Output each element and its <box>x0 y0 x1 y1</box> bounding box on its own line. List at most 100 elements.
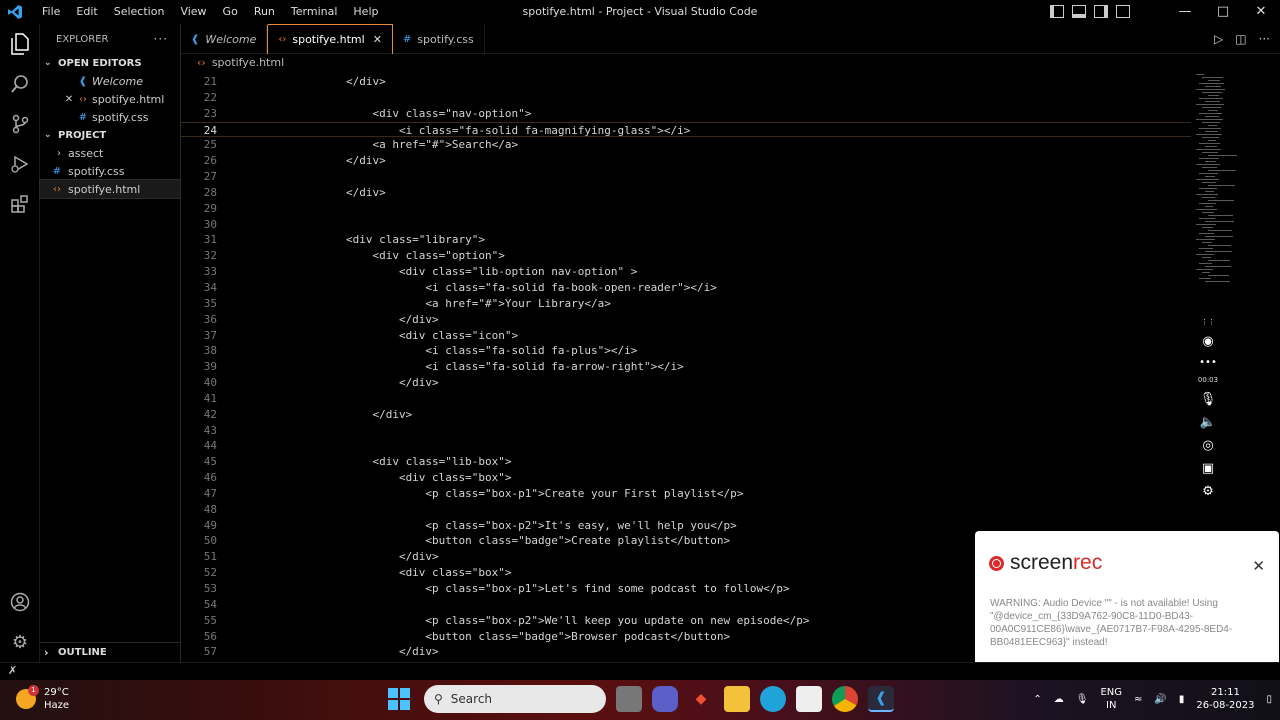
microphone-icon[interactable]: 🎙 <box>1076 694 1089 705</box>
edge-icon[interactable] <box>760 686 786 712</box>
split-editor-icon[interactable]: ◫ <box>1235 32 1246 46</box>
recorder-settings-icon[interactable]: ⚙ <box>1202 484 1214 499</box>
close-icon[interactable]: ✕ <box>62 94 76 105</box>
task-view-icon[interactable] <box>616 686 642 712</box>
open-editor-spotifye-html[interactable]: ✕ ‹› spotifye.html <box>40 90 180 108</box>
code-line[interactable]: 32 <div class="option"> <box>181 248 1191 264</box>
search-icon[interactable] <box>0 64 40 104</box>
toggle-primary-sidebar-icon[interactable] <box>1050 5 1064 18</box>
notifications-icon[interactable]: ▯ <box>1266 694 1272 705</box>
code-line[interactable]: 42 </div> <box>181 407 1191 423</box>
weather-widget[interactable]: 1 29°C Haze <box>16 685 69 712</box>
teams-chat-icon[interactable] <box>652 686 678 712</box>
project-section[interactable]: ⌄ PROJECT <box>40 126 180 144</box>
screen-area-icon[interactable]: ▣ <box>1202 461 1214 476</box>
open-editor-welcome[interactable]: ❰ Welcome <box>40 72 180 90</box>
menu-help[interactable]: Help <box>345 0 386 24</box>
minimap[interactable] <box>1192 74 1272 294</box>
code-line[interactable]: 45 <div class="lib-box"> <box>181 454 1191 470</box>
run-icon[interactable]: ▷ <box>1214 32 1223 46</box>
remote-icon[interactable]: ✗ <box>8 664 17 677</box>
menu-go[interactable]: Go <box>215 0 246 24</box>
code-line[interactable]: 33 <div class="lib-option nav-option" > <box>181 264 1191 280</box>
close-tab-icon[interactable]: ✕ <box>373 33 382 46</box>
microsoft-store-icon[interactable] <box>796 686 822 712</box>
tree-file-spotifye-html[interactable]: ‹› spotifye.html <box>39 179 181 199</box>
code-line[interactable]: 36 </div> <box>181 312 1191 328</box>
menu-file[interactable]: File <box>34 0 68 24</box>
language-indicator[interactable]: ENG IN <box>1100 686 1122 712</box>
close-window-icon[interactable]: ✕ <box>1242 0 1280 24</box>
run-debug-icon[interactable] <box>0 144 40 184</box>
menu-edit[interactable]: Edit <box>68 0 105 24</box>
code-line[interactable]: 39 <i class="fa-solid fa-arrow-right"></… <box>181 359 1191 375</box>
maximize-icon[interactable]: □ <box>1204 0 1242 24</box>
code-line[interactable]: 44 <box>181 438 1191 454</box>
menu-view[interactable]: View <box>172 0 214 24</box>
more-options-icon[interactable]: ••• <box>1199 357 1217 368</box>
chrome-icon[interactable] <box>832 686 858 712</box>
code-line[interactable]: 22 <box>181 90 1191 106</box>
code-line[interactable]: 31 <div class="library"> <box>181 232 1191 248</box>
start-icon[interactable] <box>388 688 410 710</box>
code-line[interactable]: 29 <box>181 201 1191 217</box>
webcam-icon[interactable]: ◎ <box>1202 438 1213 453</box>
code-line[interactable]: 25 <a href="#">Search</a> <box>181 137 1191 153</box>
speaker-icon[interactable]: 🔈 <box>1200 415 1216 430</box>
tab-welcome[interactable]: ❰ Welcome <box>181 24 268 54</box>
recorder-grip-icon[interactable]: ⋮⋮ <box>1201 318 1215 326</box>
explorer-icon[interactable] <box>0 24 40 64</box>
chevron-up-icon[interactable]: ⌃ <box>1033 694 1041 705</box>
microphone-icon[interactable]: 🎙 <box>1200 392 1217 407</box>
code-line[interactable]: 21 </div> <box>181 74 1191 90</box>
menu-selection[interactable]: Selection <box>106 0 173 24</box>
code-line[interactable]: 23 <div class="nav-option"> <box>181 106 1191 122</box>
tab-spotifye-html[interactable]: ‹› spotifye.html ✕ <box>267 24 393 54</box>
breadcrumb[interactable]: ‹› spotifye.html <box>181 54 284 72</box>
clock[interactable]: 21:11 26-08-2023 <box>1196 686 1254 712</box>
vscode-taskbar-icon[interactable]: ❰ <box>868 686 894 712</box>
minimize-icon[interactable]: — <box>1166 0 1204 24</box>
more-actions-icon[interactable]: ··· <box>154 32 168 46</box>
git-icon[interactable]: ◆ <box>688 686 714 712</box>
taskbar-search[interactable]: ⚲ Search <box>424 685 606 713</box>
extensions-icon[interactable] <box>0 184 40 224</box>
code-line[interactable]: 48 <box>181 502 1191 518</box>
close-icon[interactable]: ✕ <box>1252 557 1265 575</box>
code-line[interactable]: 28 </div> <box>181 185 1191 201</box>
customize-layout-icon[interactable] <box>1116 5 1130 18</box>
code-line[interactable]: 34 <i class="fa-solid fa-book-open-reade… <box>181 280 1191 296</box>
settings-gear-icon[interactable]: ⚙ <box>0 622 40 662</box>
volume-icon[interactable]: 🔊 <box>1154 694 1166 705</box>
code-line[interactable]: 38 <i class="fa-solid fa-plus"></i> <box>181 343 1191 359</box>
source-control-icon[interactable] <box>0 104 40 144</box>
code-line[interactable]: 26 </div> <box>181 153 1191 169</box>
code-line[interactable]: 24 <i class="fa-solid fa-magnifying-glas… <box>181 121 1191 138</box>
menu-run[interactable]: Run <box>246 0 283 24</box>
code-line[interactable]: 35 <a href="#">Your Library</a> <box>181 296 1191 312</box>
cloud-icon[interactable]: ☁ <box>1054 694 1064 705</box>
outline-section[interactable]: › OUTLINE <box>40 642 181 662</box>
code-line[interactable]: 27 <box>181 169 1191 185</box>
code-line[interactable]: 41 <box>181 391 1191 407</box>
more-actions-icon[interactable]: ··· <box>1259 32 1270 46</box>
code-line[interactable]: 40 </div> <box>181 375 1191 391</box>
code-line[interactable]: 30 <box>181 217 1191 233</box>
menu-terminal[interactable]: Terminal <box>283 0 346 24</box>
tree-file-spotify-css[interactable]: # spotify.css <box>40 162 180 180</box>
code-line[interactable]: 47 <p class="box-p1">Create your First p… <box>181 486 1191 502</box>
wifi-icon[interactable]: ≈ <box>1134 694 1142 705</box>
tree-folder-assect[interactable]: › assect <box>40 144 180 162</box>
open-editors-section[interactable]: ⌄ OPEN EDITORS <box>40 54 180 72</box>
toggle-secondary-sidebar-icon[interactable] <box>1094 5 1108 18</box>
tab-spotify-css[interactable]: # spotify.css <box>393 24 485 54</box>
camera-icon[interactable]: ◉ <box>1202 334 1213 349</box>
code-line[interactable]: 43 <box>181 423 1191 439</box>
file-explorer-icon[interactable] <box>724 686 750 712</box>
open-editor-spotify-css[interactable]: # spotify.css <box>40 108 180 126</box>
toggle-panel-icon[interactable] <box>1072 5 1086 18</box>
battery-icon[interactable]: ▮ <box>1179 694 1185 705</box>
code-line[interactable]: 37 <div class="icon"> <box>181 328 1191 344</box>
account-icon[interactable] <box>0 582 40 622</box>
code-line[interactable]: 46 <div class="box"> <box>181 470 1191 486</box>
